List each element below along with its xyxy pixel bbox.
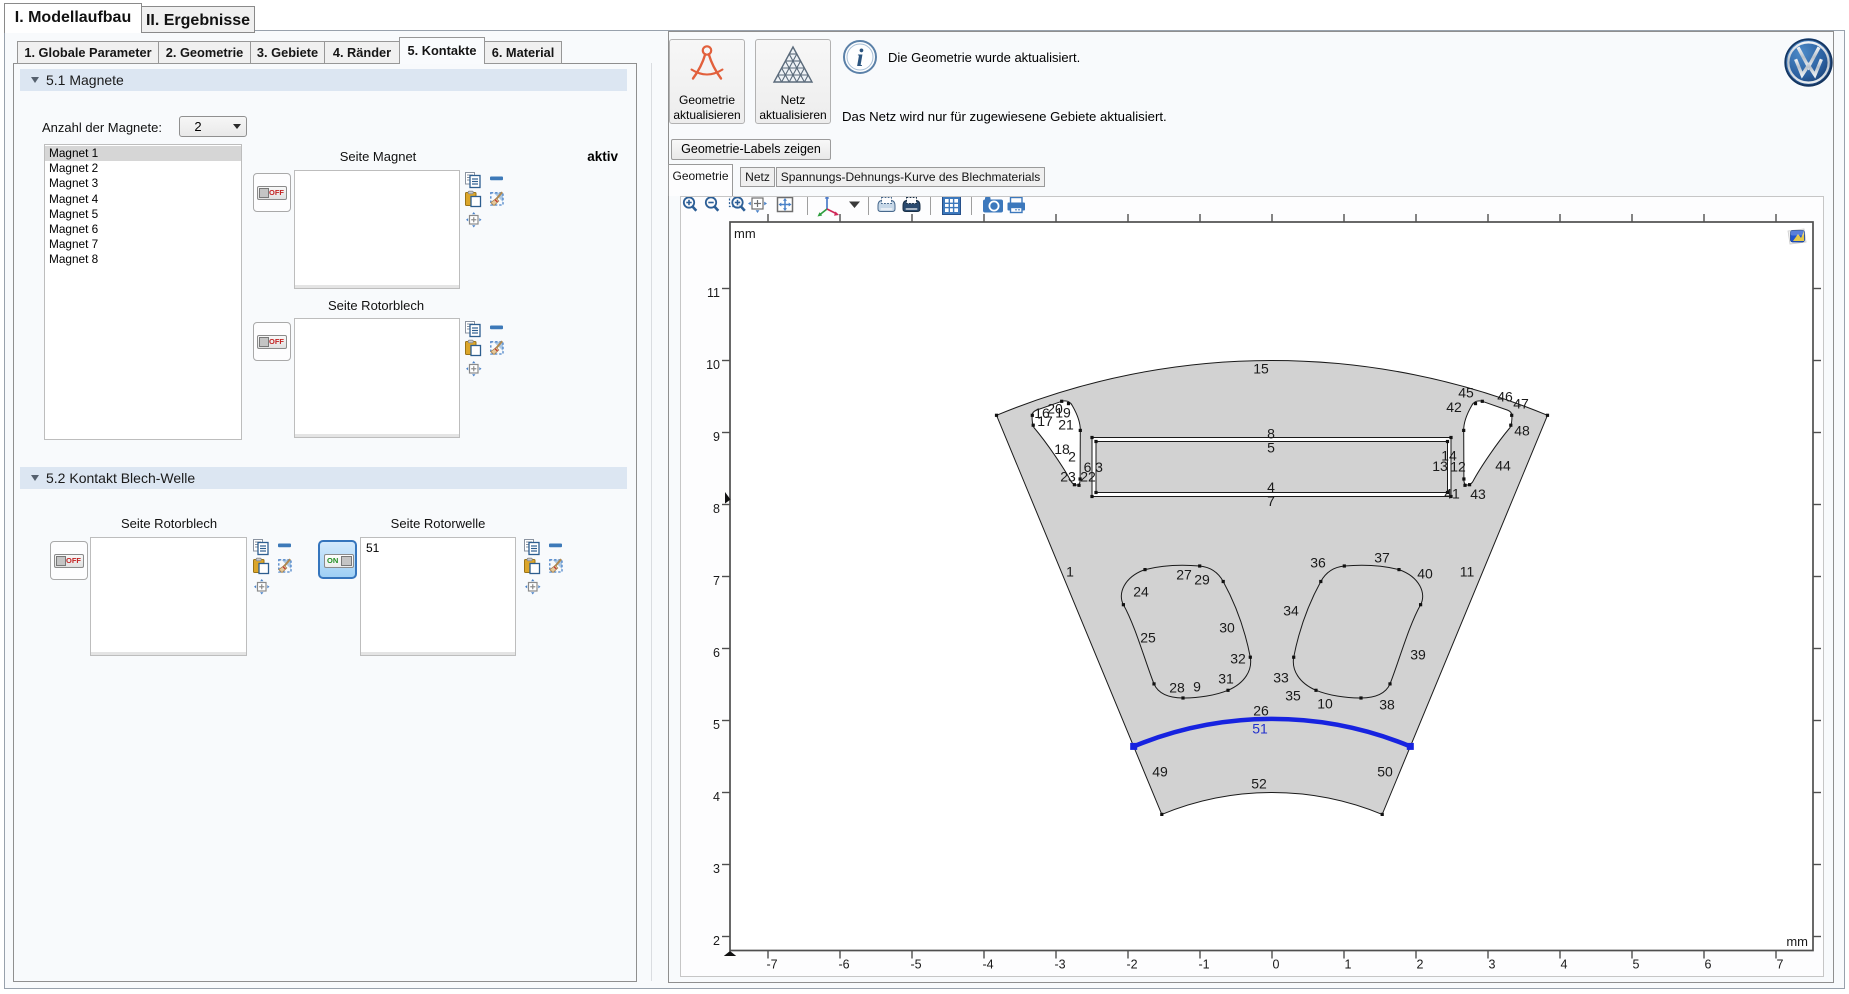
svg-text:3: 3 bbox=[1489, 958, 1496, 972]
svg-text:1: 1 bbox=[1345, 958, 1352, 972]
svg-text:26: 26 bbox=[1253, 703, 1269, 719]
svg-text:3: 3 bbox=[1095, 459, 1103, 475]
svg-text:32: 32 bbox=[1230, 651, 1246, 667]
svg-text:3: 3 bbox=[713, 862, 720, 876]
svg-text:-4: -4 bbox=[982, 958, 993, 972]
svg-text:45: 45 bbox=[1458, 385, 1474, 401]
svg-text:2: 2 bbox=[1417, 958, 1424, 972]
svg-text:9: 9 bbox=[713, 430, 720, 444]
svg-text:9: 9 bbox=[1193, 679, 1201, 695]
svg-text:-5: -5 bbox=[910, 958, 921, 972]
svg-text:i: i bbox=[857, 45, 864, 72]
svg-text:39: 39 bbox=[1410, 647, 1426, 663]
svg-text:33: 33 bbox=[1273, 670, 1289, 686]
svg-text:-7: -7 bbox=[766, 958, 777, 972]
svg-text:2: 2 bbox=[1068, 449, 1076, 465]
svg-text:30: 30 bbox=[1219, 620, 1235, 636]
svg-text:11: 11 bbox=[707, 286, 720, 300]
svg-text:0: 0 bbox=[1273, 958, 1280, 972]
svg-text:mm: mm bbox=[1786, 934, 1808, 949]
svg-text:22: 22 bbox=[1080, 469, 1096, 485]
svg-text:7: 7 bbox=[1777, 958, 1784, 972]
svg-text:12: 12 bbox=[1450, 459, 1466, 475]
svg-text:11: 11 bbox=[1460, 564, 1475, 580]
svg-text:31: 31 bbox=[1218, 671, 1234, 687]
svg-text:48: 48 bbox=[1514, 423, 1530, 439]
svg-text:43: 43 bbox=[1470, 486, 1486, 502]
svg-text:10: 10 bbox=[706, 358, 720, 372]
svg-text:mm: mm bbox=[734, 226, 756, 241]
svg-text:4: 4 bbox=[1561, 958, 1568, 972]
svg-text:5: 5 bbox=[713, 718, 720, 732]
svg-text:50: 50 bbox=[1377, 764, 1393, 780]
svg-text:-2: -2 bbox=[1126, 958, 1137, 972]
svg-text:1: 1 bbox=[1066, 564, 1074, 580]
svg-text:5: 5 bbox=[1267, 440, 1275, 456]
svg-text:28: 28 bbox=[1169, 680, 1185, 696]
svg-text:51: 51 bbox=[1252, 721, 1268, 737]
svg-text:8: 8 bbox=[713, 502, 720, 516]
svg-text:37: 37 bbox=[1374, 550, 1390, 566]
svg-text:38: 38 bbox=[1379, 697, 1395, 713]
svg-text:29: 29 bbox=[1194, 572, 1210, 588]
svg-text:6: 6 bbox=[713, 646, 720, 660]
svg-text:-1: -1 bbox=[1198, 958, 1209, 972]
svg-text:13: 13 bbox=[1432, 458, 1448, 474]
svg-text:36: 36 bbox=[1310, 555, 1326, 571]
svg-text:41: 41 bbox=[1444, 486, 1460, 502]
svg-text:-3: -3 bbox=[1054, 958, 1065, 972]
svg-text:23: 23 bbox=[1060, 469, 1076, 485]
svg-text:42: 42 bbox=[1446, 399, 1462, 415]
svg-text:5: 5 bbox=[1633, 958, 1640, 972]
svg-text:40: 40 bbox=[1417, 566, 1433, 582]
svg-text:35: 35 bbox=[1285, 688, 1301, 704]
svg-text:49: 49 bbox=[1152, 764, 1168, 780]
svg-text:21: 21 bbox=[1058, 417, 1074, 433]
svg-text:4: 4 bbox=[713, 790, 720, 804]
svg-text:6: 6 bbox=[1705, 958, 1712, 972]
svg-text:46: 46 bbox=[1497, 389, 1513, 405]
svg-text:15: 15 bbox=[1253, 361, 1269, 377]
svg-text:2: 2 bbox=[713, 934, 720, 948]
svg-text:-6: -6 bbox=[838, 958, 849, 972]
svg-text:34: 34 bbox=[1283, 603, 1299, 619]
svg-text:7: 7 bbox=[713, 574, 720, 588]
svg-text:52: 52 bbox=[1251, 776, 1267, 792]
svg-text:25: 25 bbox=[1140, 630, 1156, 646]
svg-text:47: 47 bbox=[1513, 396, 1529, 412]
svg-text:44: 44 bbox=[1495, 458, 1511, 474]
svg-text:27: 27 bbox=[1176, 567, 1192, 583]
svg-text:10: 10 bbox=[1317, 696, 1333, 712]
svg-text:7: 7 bbox=[1267, 493, 1275, 509]
svg-text:24: 24 bbox=[1133, 584, 1149, 600]
